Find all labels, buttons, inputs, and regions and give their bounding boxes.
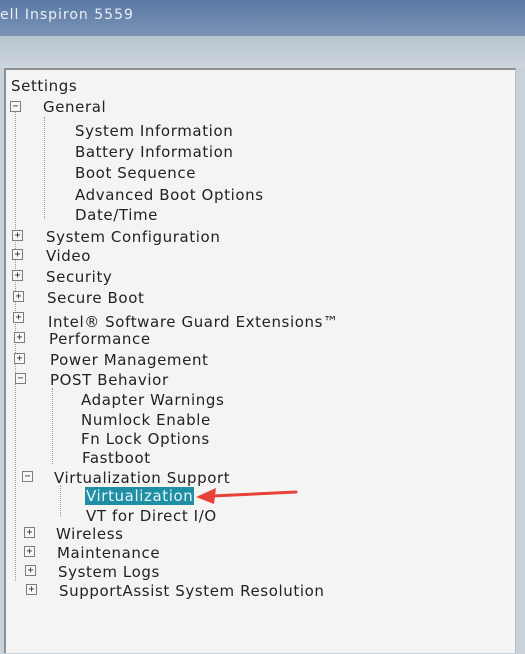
tree-node-security[interactable]: Security [46,268,112,286]
tree-item-battery-information[interactable]: Battery Information [75,143,234,161]
expand-icon[interactable]: + [12,230,23,241]
tree-node-system-logs[interactable]: System Logs [58,563,160,581]
tree-guide-line [44,117,45,219]
tree-node-performance[interactable]: Performance [49,330,151,348]
tree-item-adapter-warnings[interactable]: Adapter Warnings [81,391,224,409]
tree-item-system-information[interactable]: System Information [75,122,233,140]
tree-node-intel-sgx[interactable]: Intel® Software Guard Extensions™ [48,313,339,331]
tree-item-advanced-boot-options[interactable]: Advanced Boot Options [75,186,264,204]
expand-icon[interactable]: + [14,353,25,364]
tree-node-system-configuration[interactable]: System Configuration [46,228,220,246]
expand-icon[interactable]: + [13,312,24,323]
settings-tree: Settings − General System Information Ba… [0,0,525,654]
collapse-icon[interactable]: − [22,471,33,482]
tree-node-video[interactable]: Video [46,247,91,265]
collapse-icon[interactable]: − [15,373,26,384]
tree-item-fn-lock-options[interactable]: Fn Lock Options [81,430,210,448]
expand-icon[interactable]: + [14,332,25,343]
tree-guide-line [52,388,53,464]
tree-node-supportassist[interactable]: SupportAssist System Resolution [59,582,325,600]
tree-node-virtualization-support[interactable]: Virtualization Support [54,469,230,487]
tree-item-numlock-enable[interactable]: Numlock Enable [81,411,211,429]
tree-node-general[interactable]: General [43,98,106,116]
tree-guide-line [60,485,61,517]
tree-root-settings: Settings [11,77,78,95]
expand-icon[interactable]: + [25,565,36,576]
tree-node-post-behavior[interactable]: POST Behavior [50,371,169,389]
tree-item-date-time[interactable]: Date/Time [75,206,158,224]
expand-icon[interactable]: + [26,584,37,595]
collapse-icon[interactable]: − [10,101,21,112]
expand-icon[interactable]: + [24,546,35,557]
tree-node-power-management[interactable]: Power Management [50,351,209,369]
expand-icon[interactable]: + [12,249,23,260]
expand-icon[interactable]: + [24,527,35,538]
tree-item-fastboot[interactable]: Fastboot [82,449,151,467]
tree-node-wireless[interactable]: Wireless [56,525,124,543]
tree-item-vt-for-direct-io[interactable]: VT for Direct I/O [86,507,217,525]
expand-icon[interactable]: + [13,291,24,302]
expand-icon[interactable]: + [12,270,23,281]
tree-node-maintenance[interactable]: Maintenance [57,544,160,562]
tree-item-boot-sequence[interactable]: Boot Sequence [75,164,196,182]
tree-node-secure-boot[interactable]: Secure Boot [47,289,144,307]
annotation-arrow-icon [196,488,298,504]
tree-item-virtualization[interactable]: Virtualization [85,487,195,505]
